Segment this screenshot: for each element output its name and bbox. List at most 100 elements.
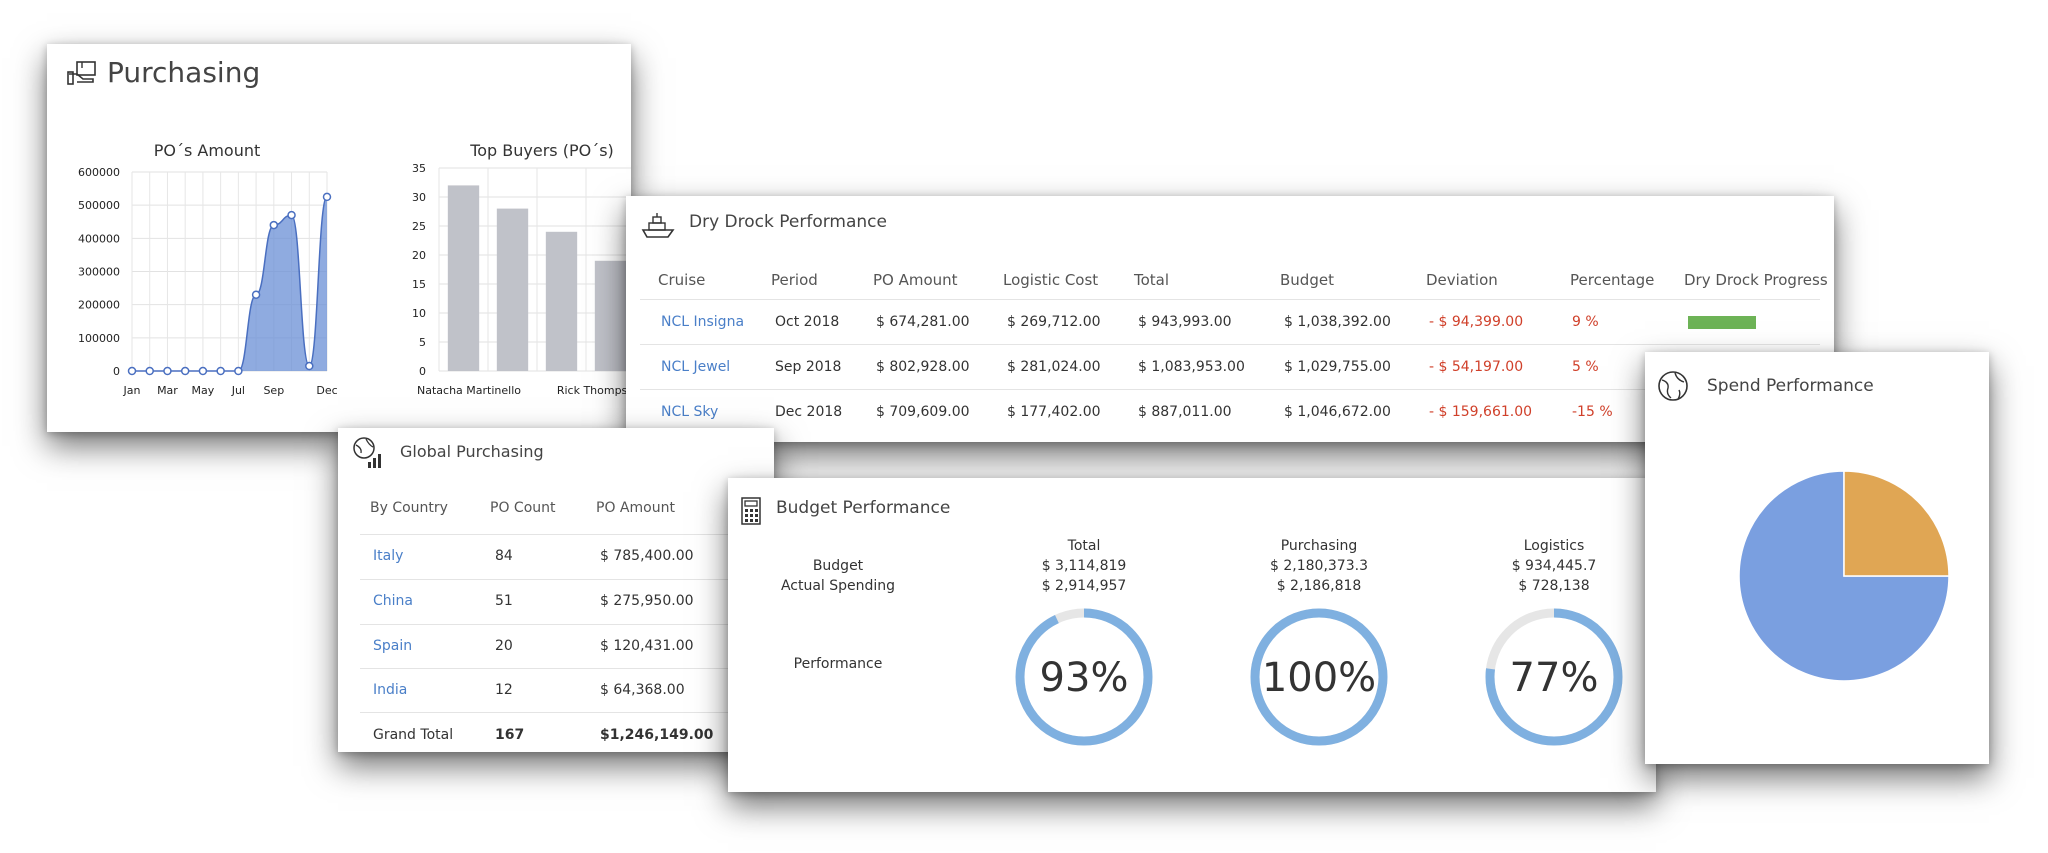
cell-budget: $ 1,038,392.00 bbox=[1284, 314, 1391, 330]
pie-slice[interactable] bbox=[1843, 470, 1950, 577]
po-amount-point[interactable] bbox=[322, 192, 332, 202]
progress-bar bbox=[1688, 316, 1756, 329]
spend-performance-card: Spend Performance bbox=[1645, 352, 1989, 764]
y-tick-label: 0 bbox=[419, 365, 426, 378]
country-link[interactable]: India bbox=[373, 682, 407, 698]
column-header: PO Amount bbox=[596, 500, 675, 516]
cell-total: $ 887,011.00 bbox=[1138, 404, 1232, 420]
calculator-icon bbox=[741, 497, 761, 525]
row-divider bbox=[640, 389, 1820, 390]
po-count: 51 bbox=[495, 593, 513, 609]
column-header: Budget bbox=[1280, 271, 1334, 289]
po-count: 84 bbox=[495, 548, 513, 564]
column-header: Period bbox=[771, 271, 818, 289]
grand-total-count: 167 bbox=[495, 727, 525, 743]
cell-period: Dec 2018 bbox=[775, 404, 843, 420]
ship-icon bbox=[641, 213, 675, 238]
performance-row-label: Performance bbox=[793, 656, 883, 672]
po-amount-point[interactable] bbox=[145, 366, 154, 376]
po-amount-point[interactable] bbox=[287, 210, 296, 220]
performance-gauge: 77% bbox=[1485, 608, 1623, 746]
po-amount: $ 275,950.00 bbox=[600, 593, 694, 609]
po-amount: $ 120,431.00 bbox=[600, 638, 694, 654]
po-amount-point[interactable] bbox=[305, 361, 314, 371]
country-link[interactable]: Italy bbox=[373, 548, 403, 564]
grand-total-amount: $1,246,149.00 bbox=[600, 727, 714, 743]
row-divider bbox=[360, 668, 764, 669]
po-amount-point[interactable] bbox=[234, 366, 243, 376]
buyer-bar[interactable] bbox=[496, 208, 529, 371]
po-amount-point[interactable] bbox=[127, 366, 137, 376]
actual-value: $ 2,186,818 bbox=[1276, 578, 1362, 594]
x-tick-label: Mar bbox=[157, 384, 178, 397]
cell-logistic: $ 281,024.00 bbox=[1007, 359, 1101, 375]
column-header: Deviation bbox=[1426, 271, 1498, 289]
row-divider bbox=[360, 579, 764, 580]
po-amount: $ 785,400.00 bbox=[600, 548, 694, 564]
top-buyers-chart: Top Buyers (PO´s) 0 5 10 15 20 25 30 35 Natacha M… bbox=[412, 141, 631, 397]
grand-total-label: Grand Total bbox=[373, 727, 454, 743]
row-divider bbox=[360, 712, 764, 713]
dry-dock-title: Dry Drock Performance bbox=[689, 212, 887, 232]
po-amount-point[interactable] bbox=[198, 366, 208, 376]
global-purchasing-card: Global Purchasing By Country PO Count PO A… bbox=[338, 428, 774, 752]
cruise-link[interactable]: NCL Insigna bbox=[661, 314, 744, 330]
y-tick-label: 5 bbox=[419, 336, 426, 349]
po-amount-point[interactable] bbox=[251, 290, 261, 299]
spend-performance-title: Spend Performance bbox=[1707, 376, 1874, 396]
top-buyers-chart-title: Top Buyers (PO´s) bbox=[469, 141, 614, 160]
y-tick-label: 35 bbox=[412, 162, 426, 175]
po-amount: $ 64,368.00 bbox=[600, 682, 685, 698]
row-divider bbox=[360, 624, 764, 625]
y-tick-label: 100000 bbox=[78, 332, 120, 345]
cell-budget: $ 1,046,672.00 bbox=[1284, 404, 1391, 420]
x-tick-label: Dec bbox=[316, 384, 337, 397]
column-header: Total bbox=[1067, 538, 1101, 554]
cell-budget: $ 1,029,755.00 bbox=[1284, 359, 1391, 375]
cell-po: $ 674,281.00 bbox=[876, 314, 970, 330]
po-amount-point[interactable] bbox=[269, 220, 279, 230]
budget-value: $ 3,114,819 bbox=[1041, 558, 1127, 574]
po-amount-point[interactable] bbox=[163, 366, 172, 376]
cruise-link[interactable]: NCL Jewel bbox=[661, 359, 730, 375]
po-amount-point[interactable] bbox=[180, 366, 190, 376]
y-tick-label: 300000 bbox=[78, 266, 120, 279]
buyer-bar[interactable] bbox=[594, 260, 627, 371]
column-header: Dry Drock Progress bbox=[1684, 271, 1828, 289]
y-tick-label: 30 bbox=[412, 191, 426, 204]
column-header: Cruise bbox=[658, 271, 706, 289]
purchasing-title: Purchasing bbox=[107, 56, 261, 89]
country-link[interactable]: Spain bbox=[373, 638, 412, 654]
po-amount-point[interactable] bbox=[216, 366, 225, 376]
cell-period: Oct 2018 bbox=[775, 314, 840, 330]
budget-row-label: Budget bbox=[812, 558, 864, 574]
budget-performance-title: Budget Performance bbox=[776, 498, 951, 518]
cell-po: $ 802,928.00 bbox=[876, 359, 970, 375]
actual-value: $ 2,914,957 bbox=[1041, 578, 1127, 594]
cruise-link[interactable]: NCL Sky bbox=[661, 404, 718, 420]
gauge-percent: 77% bbox=[1510, 655, 1599, 701]
x-tick-label: Rick Thompson bbox=[557, 384, 631, 397]
x-tick-label: Jul bbox=[231, 384, 245, 397]
column-header: PO Amount bbox=[873, 271, 958, 289]
country-link[interactable]: China bbox=[373, 593, 413, 609]
y-tick-label: 600000 bbox=[78, 166, 120, 179]
column-header: Logistics bbox=[1523, 538, 1585, 554]
row-divider bbox=[360, 534, 764, 535]
buyer-bar[interactable] bbox=[545, 231, 578, 371]
y-tick-label: 20 bbox=[412, 249, 426, 262]
cell-deviation: - $ 159,661.00 bbox=[1429, 404, 1533, 420]
po-count: 12 bbox=[495, 682, 513, 698]
cell-po: $ 709,609.00 bbox=[876, 404, 970, 420]
gauge-percent: 93% bbox=[1040, 655, 1129, 701]
buyer-bar[interactable] bbox=[447, 185, 480, 371]
y-tick-label: 10 bbox=[412, 307, 426, 320]
po-count: 20 bbox=[495, 638, 513, 654]
po-amount-chart: PO´s Amount 0 100000 200000 300000 400000 5000… bbox=[78, 141, 338, 397]
cell-percentage: 9 % bbox=[1572, 314, 1599, 330]
column-header: By Country bbox=[370, 500, 448, 516]
cell-logistic: $ 269,712.00 bbox=[1007, 314, 1101, 330]
y-tick-label: 0 bbox=[113, 365, 120, 378]
actual-spending-row-label: Actual Spending bbox=[780, 578, 896, 594]
column-header: Total bbox=[1134, 271, 1170, 289]
